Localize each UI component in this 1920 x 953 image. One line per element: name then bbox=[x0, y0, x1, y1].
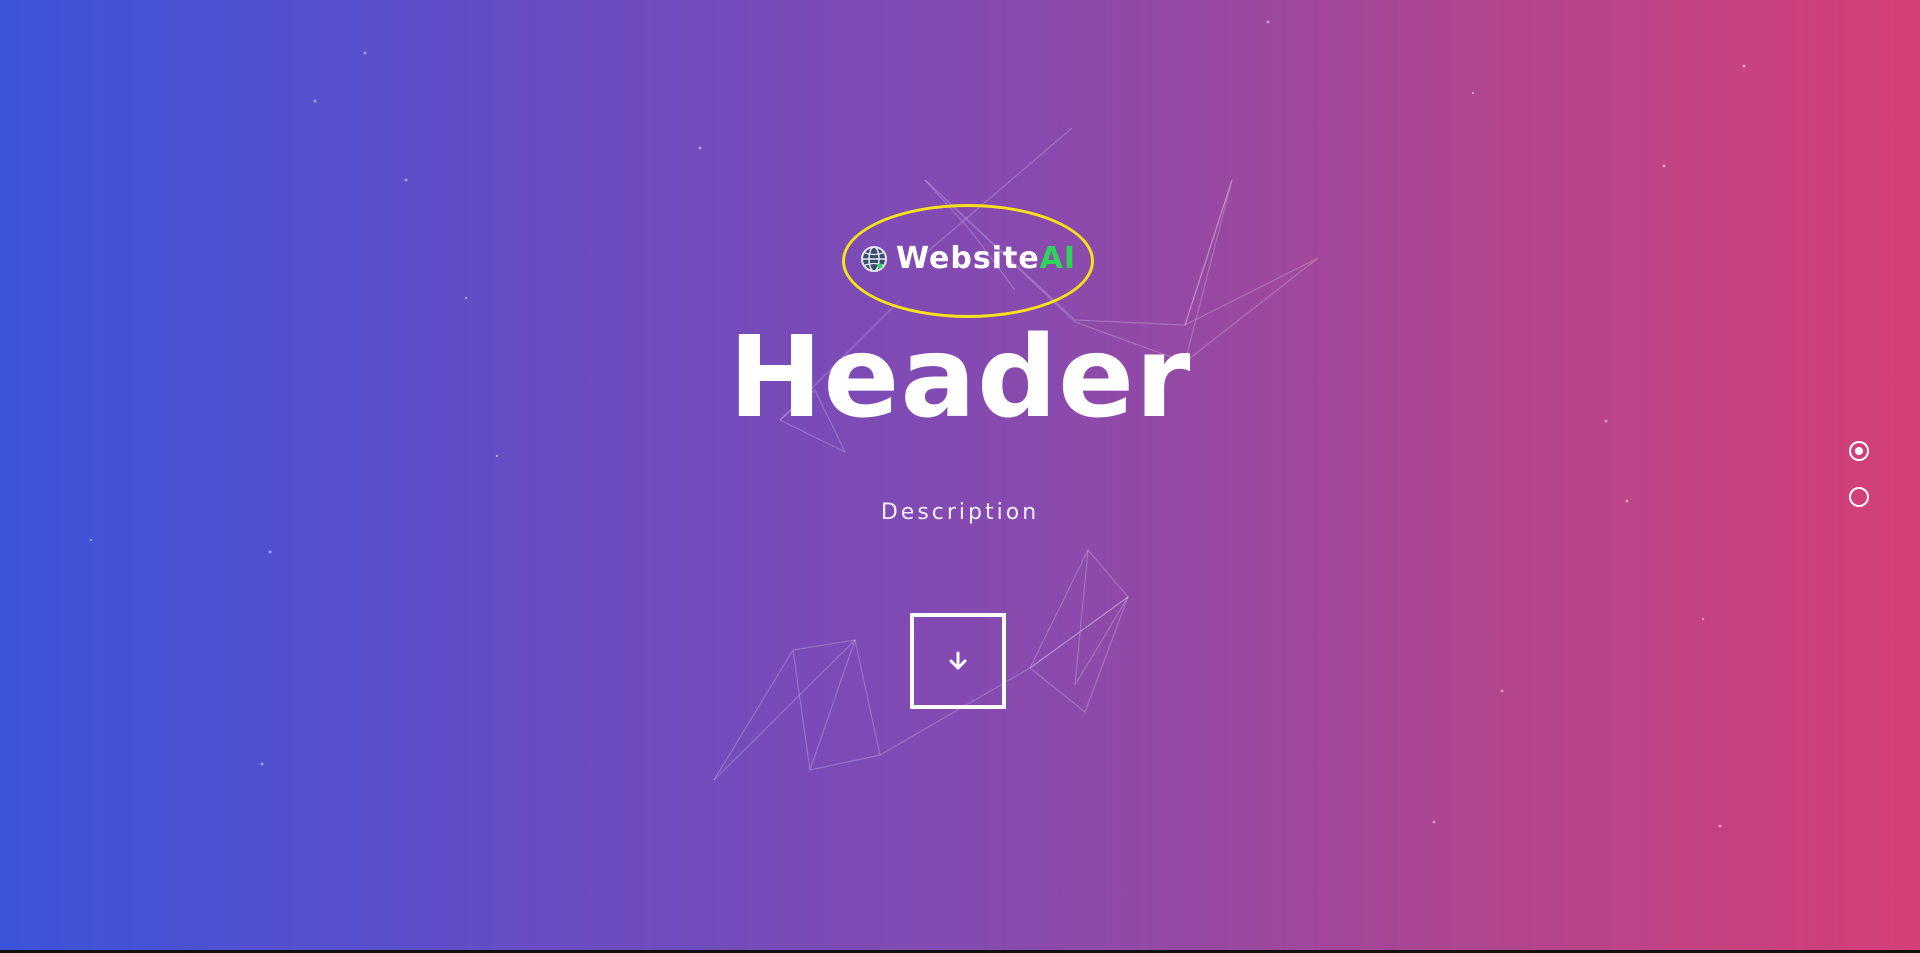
section-nav-dot-2[interactable] bbox=[1849, 487, 1869, 507]
logo-text-main: Website bbox=[896, 241, 1040, 276]
logo-text: WebsiteAI bbox=[896, 244, 1076, 274]
logo-text-accent: AI bbox=[1039, 241, 1077, 276]
page-description: Description bbox=[880, 500, 1040, 525]
logo-highlight[interactable]: WebsiteAI bbox=[842, 204, 1094, 318]
scroll-down-button[interactable] bbox=[910, 613, 1006, 709]
section-nav-dot-1[interactable] bbox=[1849, 441, 1869, 461]
page-title: Header bbox=[728, 313, 1192, 443]
globe-icon bbox=[861, 246, 887, 272]
hero-section: WebsiteAI Header Description bbox=[0, 0, 1920, 950]
section-nav bbox=[1849, 441, 1875, 533]
arrow-down-icon bbox=[949, 651, 967, 670]
network-background bbox=[89, 20, 1746, 828]
logo[interactable]: WebsiteAI bbox=[860, 244, 1076, 274]
